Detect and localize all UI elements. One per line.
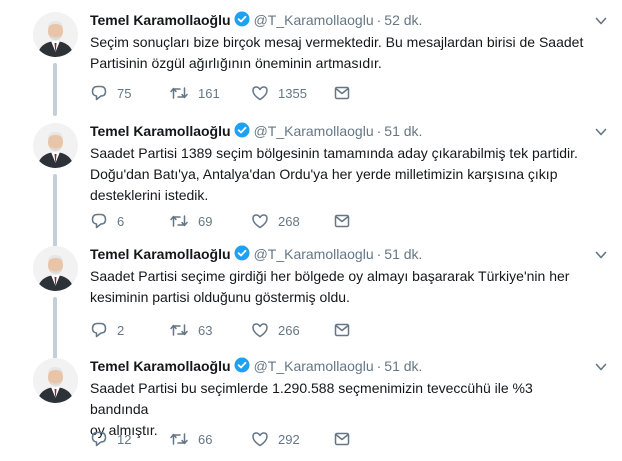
chevron-down-icon[interactable] — [594, 14, 608, 28]
like-count: 292 — [278, 431, 300, 447]
timestamp[interactable]: 51 dk. — [384, 358, 422, 374]
separator: · — [376, 12, 382, 28]
separator: · — [376, 358, 382, 374]
retweet-icon — [169, 430, 189, 448]
like-count: 1355 — [278, 85, 307, 101]
tweet-header: Temel Karamollaoğlu @T_Karamollaoglu · 51 d… — [90, 244, 590, 264]
author-name[interactable]: Temel Karamollaoğlu — [90, 358, 231, 374]
verified-badge-icon — [234, 122, 250, 143]
tweet-actions: 6 69 268 — [90, 211, 380, 231]
retweet-icon — [169, 212, 189, 230]
verified-badge-icon — [234, 245, 250, 266]
author-name[interactable]: Temel Karamollaoğlu — [90, 12, 231, 28]
reply-icon — [90, 84, 108, 102]
reply-icon — [90, 430, 108, 448]
thread-connector — [53, 297, 57, 362]
reply-button[interactable]: 12 — [90, 429, 131, 449]
envelope-icon — [333, 321, 351, 339]
avatar[interactable] — [33, 246, 78, 291]
avatar[interactable] — [33, 123, 78, 168]
reply-count: 2 — [117, 322, 125, 338]
like-button[interactable]: 292 — [251, 429, 300, 449]
timestamp[interactable]: 51 dk. — [384, 246, 422, 262]
retweet-button[interactable]: 66 — [169, 429, 212, 449]
verified-badge-icon — [234, 11, 250, 32]
author-name[interactable]: Temel Karamollaoğlu — [90, 246, 231, 262]
tweet-text: Seçim sonuçları bize birçok mesaj vermek… — [90, 34, 584, 71]
separator: · — [376, 123, 382, 139]
reply-icon — [90, 321, 108, 339]
retweet-button[interactable]: 63 — [169, 320, 212, 340]
reply-count: 6 — [117, 213, 125, 229]
tweet-actions: 2 63 266 — [90, 320, 380, 340]
retweet-icon — [169, 321, 189, 339]
reply-count: 12 — [117, 431, 132, 447]
author-handle[interactable]: @T_Karamollaoglu — [254, 123, 374, 139]
envelope-icon — [333, 430, 351, 448]
retweet-button[interactable]: 161 — [169, 83, 220, 103]
author-handle[interactable]: @T_Karamollaoglu — [254, 246, 374, 262]
tweet-text: Saadet Partisi seçime girdiği her bölged… — [90, 268, 570, 305]
retweet-count: 63 — [198, 322, 213, 338]
reply-count: 75 — [117, 85, 132, 101]
direct-message-button[interactable] — [333, 429, 351, 449]
reply-icon — [90, 212, 108, 230]
tweet-header: Temel Karamollaoğlu @T_Karamollaoglu · 51 d… — [90, 121, 590, 141]
heart-icon — [251, 321, 269, 339]
retweet-count: 69 — [198, 213, 213, 229]
thread-connector — [53, 63, 57, 116]
chevron-down-icon[interactable] — [594, 125, 608, 139]
separator: · — [376, 246, 382, 262]
tweet-header: Temel Karamollaoğlu @T_Karamollaoglu · 52 d… — [90, 10, 590, 30]
envelope-icon — [333, 212, 351, 230]
like-count: 268 — [278, 213, 300, 229]
reply-button[interactable]: 6 — [90, 211, 124, 231]
timestamp[interactable]: 52 dk. — [384, 12, 422, 28]
author-handle[interactable]: @T_Karamollaoglu — [254, 12, 374, 28]
heart-icon — [251, 84, 269, 102]
reply-button[interactable]: 75 — [90, 83, 131, 103]
avatar[interactable] — [33, 12, 78, 57]
avatar[interactable] — [33, 358, 78, 403]
direct-message-button[interactable] — [333, 211, 351, 231]
author-name[interactable]: Temel Karamollaoğlu — [90, 123, 231, 139]
direct-message-button[interactable] — [333, 83, 351, 103]
like-button[interactable]: 1355 — [251, 83, 307, 103]
retweet-count: 66 — [198, 431, 213, 447]
retweet-icon — [169, 84, 189, 102]
tweet-header: Temel Karamollaoğlu @T_Karamollaoglu · 51 d… — [90, 356, 590, 376]
thread-connector — [53, 174, 57, 250]
tweet-text: Saadet Partisi 1389 seçim bölgesinin tam… — [90, 145, 578, 203]
like-button[interactable]: 266 — [251, 320, 300, 340]
chevron-down-icon[interactable] — [594, 360, 608, 374]
verified-badge-icon — [234, 357, 250, 378]
like-count: 266 — [278, 322, 300, 338]
direct-message-button[interactable] — [333, 320, 351, 340]
heart-icon — [251, 212, 269, 230]
tweet-thread: Temel Karamollaoğlu @T_Karamollaoglu · 52 d… — [0, 0, 622, 461]
author-handle[interactable]: @T_Karamollaoglu — [254, 358, 374, 374]
retweet-count: 161 — [198, 85, 220, 101]
chevron-down-icon[interactable] — [594, 248, 608, 262]
retweet-button[interactable]: 69 — [169, 211, 212, 231]
heart-icon — [251, 430, 269, 448]
envelope-icon — [333, 84, 351, 102]
like-button[interactable]: 268 — [251, 211, 300, 231]
timestamp[interactable]: 51 dk. — [384, 123, 422, 139]
reply-button[interactable]: 2 — [90, 320, 124, 340]
tweet-actions: 12 66 292 — [90, 429, 380, 449]
tweet-actions: 75 161 1355 — [90, 83, 380, 103]
